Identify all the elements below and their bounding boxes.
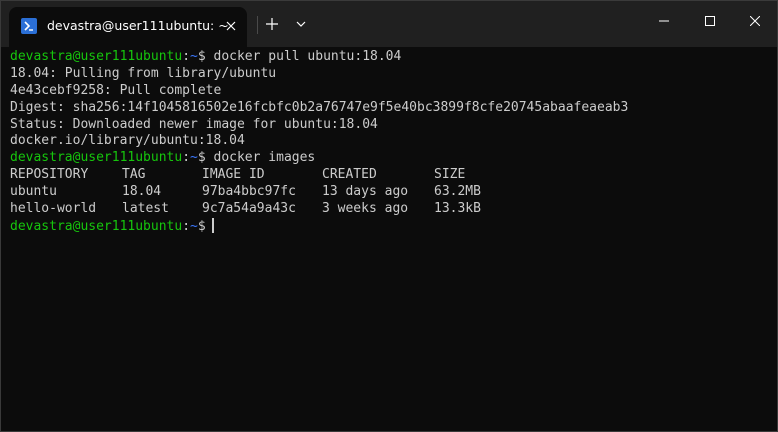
- tab-title: devastra@user111ubuntu: ~: [47, 18, 229, 33]
- table-cell: ubuntu: [10, 184, 57, 200]
- table-row: hello-world latest 9c7a54a9a43c 3 weeks …: [10, 201, 770, 218]
- output-line: Digest: sha256:14f1045816502e16fcbfc0b2a…: [10, 99, 629, 115]
- table-cell: latest: [122, 201, 169, 217]
- prompt-path: ~: [190, 49, 198, 64]
- table-cell: 18.04: [122, 184, 162, 200]
- table-cell: 3 weeks ago: [322, 201, 409, 217]
- tab-divider: [257, 16, 258, 34]
- terminal-icon: [21, 18, 37, 34]
- tab-dropdown-button[interactable]: [291, 12, 311, 36]
- prompt-path: ~: [190, 218, 198, 234]
- table-cell: 13 days ago: [322, 184, 409, 200]
- table-header-row: REPOSITORY TAG IMAGE ID CREATED SIZE: [10, 167, 770, 184]
- prompt-line: devastra@user111ubuntu:~$: [10, 217, 770, 235]
- prompt-line: devastra@user111ubuntu:~$ docker images: [10, 150, 770, 167]
- prompt-line: devastra@user111ubuntu:~$ docker pull ub…: [10, 49, 770, 66]
- prompt-separator: :: [182, 49, 191, 64]
- terminal-tab[interactable]: devastra@user111ubuntu: ~: [9, 7, 247, 47]
- minimize-icon: [659, 20, 669, 22]
- title-bar: devastra@user111ubuntu: ~: [1, 1, 777, 47]
- prompt-symbol: $: [197, 49, 206, 64]
- prompt-symbol: $: [197, 218, 206, 234]
- new-tab-button[interactable]: [261, 12, 283, 36]
- prompt-user-host: devastra@user111ubuntu: [10, 218, 183, 234]
- table-cell: hello-world: [10, 201, 97, 217]
- prompt-symbol: $: [197, 150, 206, 166]
- table-row: ubuntu 18.04 97ba4bbc97fc 13 days ago 63…: [10, 184, 770, 201]
- close-icon: [750, 16, 760, 26]
- minimize-button[interactable]: [641, 1, 687, 41]
- output-line: Status: Downloaded newer image for ubunt…: [10, 116, 378, 132]
- terminal-window: devastra@user111ubuntu: ~ devastra@user1…: [0, 0, 778, 432]
- output-line: 4e43cebf9258: Pull complete: [10, 82, 222, 98]
- output-line: 18.04: Pulling from library/ubuntu: [10, 65, 277, 81]
- prompt-separator: :: [182, 218, 191, 234]
- table-cell: 13.3kB: [434, 201, 481, 217]
- maximize-button[interactable]: [687, 1, 733, 41]
- table-header: CREATED: [322, 167, 377, 183]
- prompt-user-host: devastra@user111ubuntu: [10, 49, 183, 64]
- chevron-down-icon: [296, 21, 306, 27]
- prompt-path: ~: [190, 150, 198, 166]
- command-text: docker images: [213, 150, 316, 166]
- prompt-user-host: devastra@user111ubuntu: [10, 150, 183, 166]
- terminal-output[interactable]: devastra@user111ubuntu:~$ docker pull ub…: [10, 49, 770, 429]
- table-header: REPOSITORY: [10, 167, 89, 183]
- maximize-icon: [705, 16, 715, 26]
- plus-icon: [266, 18, 278, 30]
- table-cell: 63.2MB: [434, 184, 481, 200]
- table-header: IMAGE ID: [202, 167, 265, 183]
- table-cell: 97ba4bbc97fc: [202, 184, 296, 200]
- output-line: docker.io/library/ubuntu:18.04: [10, 133, 245, 149]
- close-window-button[interactable]: [732, 1, 778, 41]
- text-cursor: [211, 217, 214, 233]
- table-header: SIZE: [434, 167, 466, 183]
- table-header: TAG: [122, 167, 146, 183]
- prompt-separator: :: [182, 150, 191, 166]
- command-text: docker pull ubuntu:18.04: [213, 49, 402, 64]
- table-cell: 9c7a54a9a43c: [202, 201, 296, 217]
- close-tab-icon[interactable]: [223, 18, 239, 34]
